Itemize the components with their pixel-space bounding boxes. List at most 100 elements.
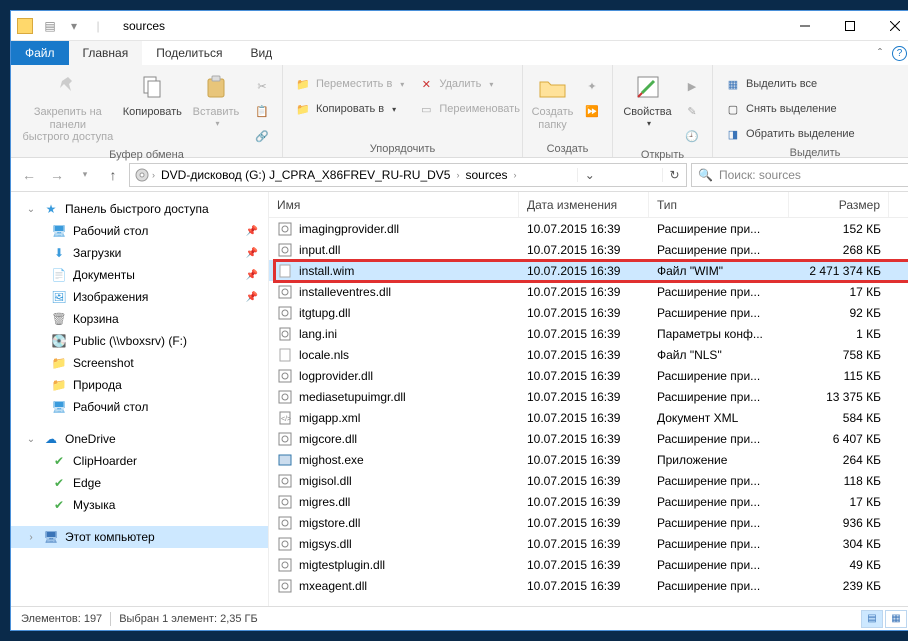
- edit-button[interactable]: ✎: [680, 100, 704, 122]
- tree-item[interactable]: 💽Public (\\vboxsrv) (F:): [11, 330, 268, 352]
- file-row[interactable]: mighost.exe10.07.2015 16:39Приложение264…: [269, 449, 908, 470]
- file-row[interactable]: mediasetupuimgr.dll10.07.2015 16:39Расши…: [269, 386, 908, 407]
- tree-item[interactable]: 📄Документы📌: [11, 264, 268, 286]
- col-type-header[interactable]: Тип: [649, 192, 789, 217]
- navigation-tree[interactable]: ⌄ ★ Панель быстрого доступа 🖥Рабочий сто…: [11, 192, 269, 606]
- file-type: Расширение при...: [649, 306, 789, 320]
- file-row[interactable]: migisol.dll10.07.2015 16:39Расширение пр…: [269, 470, 908, 491]
- file-row[interactable]: migcore.dll10.07.2015 16:39Расширение пр…: [269, 428, 908, 449]
- file-row[interactable]: input.dll10.07.2015 16:39Расширение при.…: [269, 239, 908, 260]
- sync-folder-icon: ✔: [51, 453, 67, 469]
- paste-shortcut-button[interactable]: 🔗: [250, 125, 274, 147]
- move-to-button[interactable]: 📁Переместить в: [291, 73, 408, 95]
- file-row[interactable]: migstore.dll10.07.2015 16:39Расширение п…: [269, 512, 908, 533]
- col-size-header[interactable]: Размер: [789, 192, 889, 217]
- file-size: 6 407 КБ: [789, 432, 889, 446]
- help-icon[interactable]: ?: [892, 46, 907, 61]
- tab-share[interactable]: Поделиться: [142, 41, 236, 65]
- tab-view[interactable]: Вид: [236, 41, 286, 65]
- tree-item[interactable]: 📁Screenshot: [11, 352, 268, 374]
- chevron-down-icon[interactable]: ⌄: [25, 204, 37, 215]
- select-all-button[interactable]: ▦Выделить все: [721, 73, 859, 95]
- file-icon: [277, 515, 293, 531]
- paste-button[interactable]: Вставить: [188, 69, 244, 128]
- maximize-button[interactable]: [827, 11, 872, 40]
- file-scroll-area[interactable]: Имя Дата изменения Тип Размер imagingpro…: [269, 192, 908, 606]
- tree-item[interactable]: 🖥Рабочий стол: [11, 396, 268, 418]
- file-row[interactable]: mxeagent.dll10.07.2015 16:39Расширение п…: [269, 575, 908, 596]
- cut-button[interactable]: ✂: [250, 75, 274, 97]
- ribbon-collapse-icon[interactable]: ˆ: [878, 46, 882, 60]
- search-box[interactable]: 🔍 Поиск: sources: [691, 163, 908, 187]
- properties-button[interactable]: Свойства: [621, 69, 674, 128]
- file-row[interactable]: logprovider.dll10.07.2015 16:39Расширени…: [269, 365, 908, 386]
- file-size: 49 КБ: [789, 558, 889, 572]
- file-row[interactable]: migres.dll10.07.2015 16:39Расширение при…: [269, 491, 908, 512]
- file-row[interactable]: imagingprovider.dll10.07.2015 16:39Расши…: [269, 218, 908, 239]
- chevron-right-icon[interactable]: ›: [25, 532, 37, 543]
- file-row[interactable]: installeventres.dll10.07.2015 16:39Расши…: [269, 281, 908, 302]
- copy-to-button[interactable]: 📁Копировать в: [291, 98, 408, 120]
- col-date-header[interactable]: Дата изменения: [519, 192, 649, 217]
- file-icon: [277, 263, 293, 279]
- file-row[interactable]: install.wim10.07.2015 16:39Файл "WIM"2 4…: [269, 260, 908, 281]
- file-row[interactable]: </>migapp.xml10.07.2015 16:39Документ XM…: [269, 407, 908, 428]
- forward-button[interactable]: →: [45, 163, 69, 187]
- file-row[interactable]: itgtupg.dll10.07.2015 16:39Расширение пр…: [269, 302, 908, 323]
- back-button[interactable]: ←: [17, 163, 41, 187]
- qat-properties-icon[interactable]: ▤: [39, 15, 61, 37]
- tree-item[interactable]: ✔ClipHoarder: [11, 450, 268, 472]
- up-button[interactable]: ↑: [101, 163, 125, 187]
- qat-new-folder-icon[interactable]: ▾: [63, 15, 85, 37]
- svg-text:</>: </>: [281, 416, 291, 423]
- status-bar: Элементов: 197 Выбран 1 элемент: 2,35 ГБ…: [11, 606, 908, 630]
- view-details-button[interactable]: ▤: [861, 610, 883, 628]
- history-button[interactable]: 🕘: [680, 125, 704, 147]
- tree-item[interactable]: ✔Музыка: [11, 494, 268, 516]
- tree-item[interactable]: 📁Природа: [11, 374, 268, 396]
- file-date: 10.07.2015 16:39: [519, 348, 649, 362]
- tree-item[interactable]: ⬇Загрузки📌: [11, 242, 268, 264]
- view-large-button[interactable]: ▦: [885, 610, 907, 628]
- addr-dropdown-button[interactable]: ⌄: [577, 168, 601, 182]
- close-button[interactable]: [872, 11, 908, 40]
- tree-this-pc[interactable]: › 🖥 Этот компьютер: [11, 526, 268, 548]
- select-none-button[interactable]: ▢Снять выделение: [721, 98, 859, 120]
- rename-button[interactable]: ▭Переименовать: [414, 98, 524, 120]
- file-date: 10.07.2015 16:39: [519, 579, 649, 593]
- file-row[interactable]: lang.ini10.07.2015 16:39Параметры конф..…: [269, 323, 908, 344]
- invert-selection-button[interactable]: ◨Обратить выделение: [721, 123, 859, 145]
- file-name: mxeagent.dll: [299, 579, 367, 593]
- easy-access-button[interactable]: ⏩: [580, 100, 604, 122]
- onedrive-icon: ☁: [43, 431, 59, 447]
- copy-path-button[interactable]: 📋: [250, 100, 274, 122]
- tree-item[interactable]: 🖼Изображения📌: [11, 286, 268, 308]
- open-button[interactable]: ▶: [680, 75, 704, 97]
- tree-item-label: Edge: [73, 476, 101, 490]
- breadcrumb-folder[interactable]: sources: [461, 168, 511, 182]
- new-folder-button[interactable]: Создать папку: [531, 69, 574, 131]
- file-row[interactable]: locale.nls10.07.2015 16:39Файл "NLS"758 …: [269, 344, 908, 365]
- copy-button[interactable]: Копировать: [123, 69, 182, 119]
- rename-icon: ▭: [418, 101, 434, 117]
- breadcrumb-drive[interactable]: DVD-дисковод (G:) J_CPRA_X86FREV_RU-RU_D…: [157, 168, 454, 182]
- pin-quick-access-button[interactable]: Закрепить на панели быстрого доступа: [19, 69, 117, 144]
- chevron-down-icon[interactable]: ⌄: [25, 434, 37, 445]
- tab-home[interactable]: Главная: [69, 41, 143, 65]
- refresh-button[interactable]: ↻: [662, 168, 686, 182]
- recent-locations-button[interactable]: ▾: [73, 163, 97, 187]
- minimize-button[interactable]: [782, 11, 827, 40]
- new-item-button[interactable]: ✦: [580, 75, 604, 97]
- tree-onedrive[interactable]: ⌄ ☁ OneDrive: [11, 428, 268, 450]
- tree-item[interactable]: 🖥Рабочий стол📌: [11, 220, 268, 242]
- tree-item[interactable]: ✔Edge: [11, 472, 268, 494]
- tab-file[interactable]: Файл: [11, 41, 69, 65]
- tree-quick-access[interactable]: ⌄ ★ Панель быстрого доступа: [11, 198, 268, 220]
- delete-button[interactable]: ✕Удалить: [414, 73, 524, 95]
- file-row[interactable]: migtestplugin.dll10.07.2015 16:39Расшире…: [269, 554, 908, 575]
- address-bar[interactable]: › DVD-дисковод (G:) J_CPRA_X86FREV_RU-RU…: [129, 163, 687, 187]
- tree-item[interactable]: 🗑Корзина: [11, 308, 268, 330]
- file-size: 13 375 КБ: [789, 390, 889, 404]
- file-row[interactable]: migsys.dll10.07.2015 16:39Расширение при…: [269, 533, 908, 554]
- col-name-header[interactable]: Имя: [269, 192, 519, 217]
